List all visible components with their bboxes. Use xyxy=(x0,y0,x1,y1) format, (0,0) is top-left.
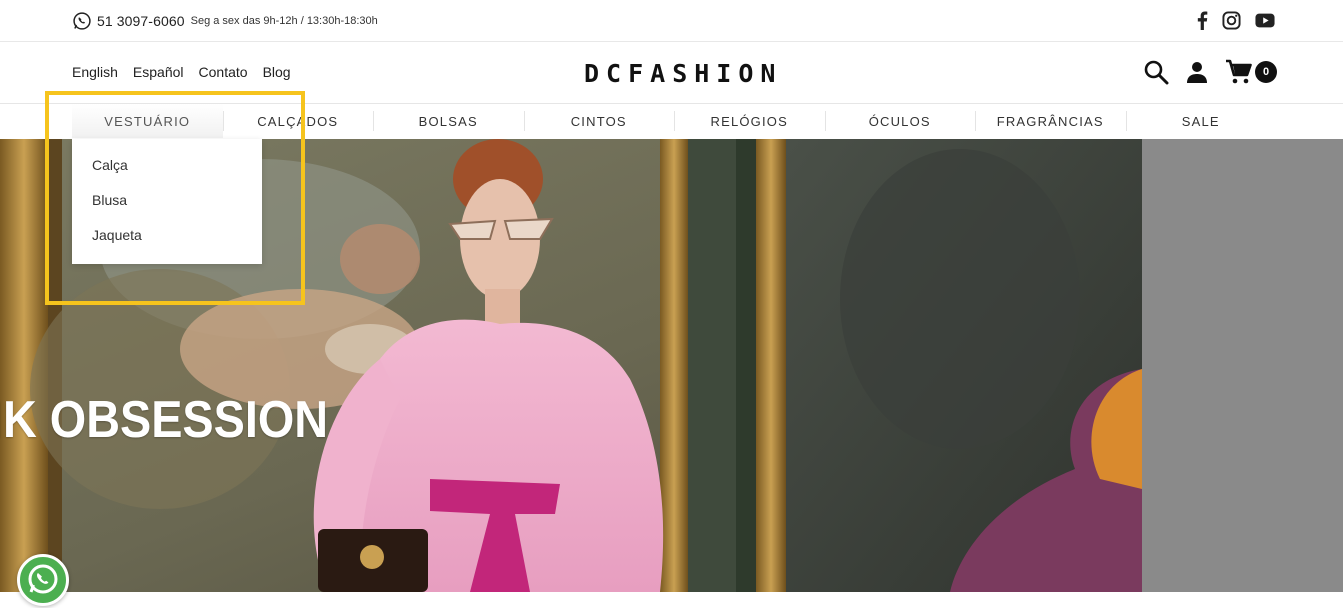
category-fragrancias[interactable]: FRAGRÂNCIAS xyxy=(975,104,1126,138)
category-oculos[interactable]: ÓCULOS xyxy=(824,104,976,138)
user-icon[interactable] xyxy=(1185,60,1209,84)
main-header: English Español Contato Blog DCFASHION 0 xyxy=(0,42,1343,104)
category-nav: VESTUÁRIO CALÇADOS BOLSAS CINTOS RELÓGIO… xyxy=(72,104,1276,138)
vestuario-dropdown: Calça Blusa Jaqueta xyxy=(72,139,262,264)
facebook-icon[interactable] xyxy=(1196,11,1208,30)
hero-headline: IK OBSESSION xyxy=(0,391,329,449)
youtube-icon[interactable] xyxy=(1255,13,1275,28)
dropdown-item-blusa[interactable]: Blusa xyxy=(92,192,127,208)
category-sale[interactable]: SALE xyxy=(1125,104,1277,138)
search-icon[interactable] xyxy=(1143,59,1169,85)
category-calcados[interactable]: CALÇADOS xyxy=(222,104,374,138)
phone-contact[interactable]: 51 3097-6060 Seg a sex das 9h-12h / 13:3… xyxy=(72,11,378,31)
language-espanol[interactable]: Español xyxy=(133,64,184,80)
header-actions: 0 xyxy=(1143,59,1277,85)
cart-button[interactable]: 0 xyxy=(1225,59,1277,85)
category-bolsas[interactable]: BOLSAS xyxy=(373,104,524,138)
site-logo[interactable]: DCFASHION xyxy=(584,59,782,88)
phone-number: 51 3097-6060 xyxy=(97,13,185,29)
header-links: English Español Contato Blog xyxy=(72,64,291,80)
instagram-icon[interactable] xyxy=(1222,11,1241,30)
cart-icon xyxy=(1226,59,1252,84)
whatsapp-float-button[interactable] xyxy=(17,554,69,606)
dropdown-item-jaqueta[interactable]: Jaqueta xyxy=(92,227,142,243)
whatsapp-icon xyxy=(28,564,58,594)
top-bar: 51 3097-6060 Seg a sex das 9h-12h / 13:3… xyxy=(0,0,1343,42)
blog-link[interactable]: Blog xyxy=(263,64,291,80)
category-relogios[interactable]: RELÓGIOS xyxy=(674,104,825,138)
category-cintos[interactable]: CINTOS xyxy=(523,104,675,138)
category-vestuario[interactable]: VESTUÁRIO xyxy=(72,104,223,138)
whatsapp-icon xyxy=(73,12,91,30)
cart-count-badge: 0 xyxy=(1255,61,1277,83)
contact-link[interactable]: Contato xyxy=(199,64,248,80)
business-hours: Seg a sex das 9h-12h / 13:30h-18:30h xyxy=(190,15,378,27)
social-links xyxy=(1196,11,1275,30)
language-english[interactable]: English xyxy=(72,64,118,80)
dropdown-item-calca[interactable]: Calça xyxy=(92,157,128,173)
